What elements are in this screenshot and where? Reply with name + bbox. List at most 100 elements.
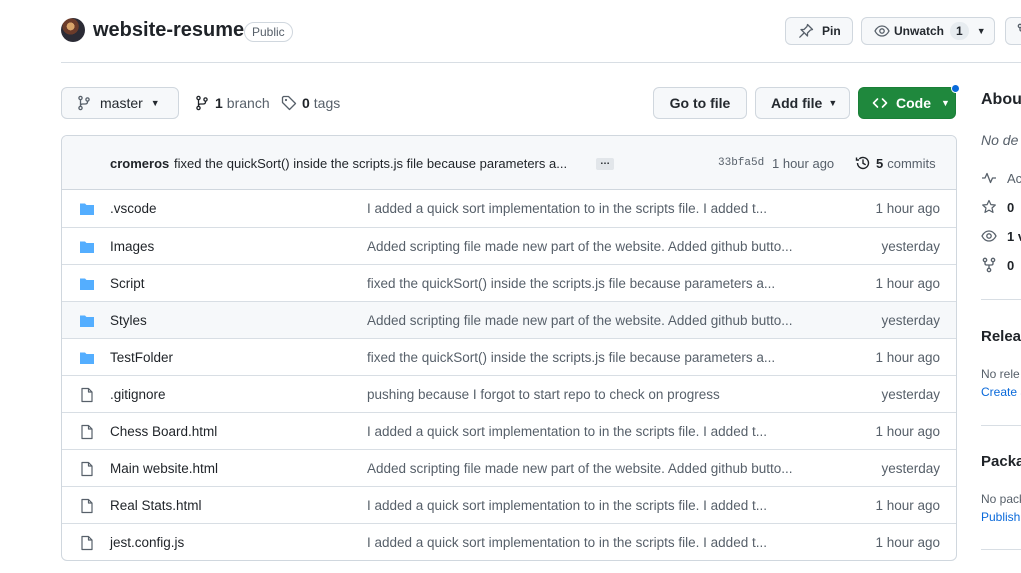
add-file-button[interactable]: Add file ▼	[755, 87, 850, 119]
file-name-link[interactable]: .gitignore	[110, 387, 166, 402]
folder-icon	[80, 352, 94, 364]
forks-count: 0	[1007, 257, 1015, 273]
file-commit-message-link[interactable]: Added scripting file made new part of th…	[367, 461, 793, 476]
repo-header: website-resume Public Pin Unwatch 1 ▼	[61, 14, 1021, 50]
header-divider	[61, 62, 1021, 63]
watch-count: 1	[950, 22, 969, 40]
file-commit-time: 1 hour ago	[875, 424, 940, 439]
file-commit-message-link[interactable]: fixed the quickSort() inside the scripts…	[367, 350, 775, 365]
file-commit-time: 1 hour ago	[875, 535, 940, 550]
file-icon	[81, 461, 93, 477]
pulse-icon	[982, 172, 996, 184]
commit-message-link[interactable]: fixed the quickSort() inside the scripts…	[174, 156, 567, 171]
commit-time: 1 hour ago	[772, 156, 835, 171]
file-row[interactable]: .vscode I added a quick sort implementat…	[62, 190, 956, 227]
file-commit-message-link[interactable]: I added a quick sort implementation to i…	[367, 424, 767, 439]
chevron-down-icon: ▼	[828, 98, 838, 108]
file-commit-time: 1 hour ago	[875, 276, 940, 291]
repo-name-link[interactable]: website-resume	[93, 19, 244, 42]
commit-count-label: commits	[887, 155, 936, 171]
tag-label: tags	[313, 95, 341, 111]
folder-icon	[80, 241, 94, 253]
file-commit-message-link[interactable]: I added a quick sort implementation to i…	[367, 535, 767, 550]
unwatch-label: Unwatch	[894, 24, 945, 38]
file-name-link[interactable]: Main website.html	[110, 461, 218, 476]
file-name-link[interactable]: Script	[110, 276, 145, 291]
go-to-file-button[interactable]: Go to file	[653, 87, 747, 119]
create-release-link[interactable]: Create a	[981, 385, 1021, 399]
tags-link[interactable]: 0 tags	[281, 95, 340, 111]
file-row[interactable]: Images Added scripting file made new par…	[62, 227, 956, 264]
branch-select-button[interactable]: master ▼	[61, 87, 179, 119]
pin-button[interactable]: Pin	[785, 17, 853, 45]
file-name-link[interactable]: Styles	[110, 313, 147, 328]
file-name-link[interactable]: Images	[110, 239, 154, 254]
eye-icon	[981, 230, 997, 242]
pin-label: Pin	[822, 24, 841, 38]
fork-icon	[982, 257, 996, 273]
file-commit-message-link[interactable]: Added scripting file made new part of th…	[367, 313, 793, 328]
tag-count: 0	[302, 95, 310, 111]
folder-icon	[80, 203, 94, 215]
eye-icon	[874, 25, 890, 37]
chevron-down-icon: ▼	[150, 98, 160, 108]
watchers-link[interactable]: 1 v	[981, 228, 1021, 244]
folder-icon	[80, 278, 94, 290]
file-commit-time: 1 hour ago	[875, 350, 940, 365]
code-button[interactable]: Code ▼	[858, 87, 956, 119]
file-row[interactable]: Main website.html Added scripting file m…	[62, 449, 956, 486]
commits-link[interactable]: 5 commits	[855, 155, 936, 171]
file-row[interactable]: Styles Added scripting file made new par…	[62, 301, 956, 338]
publish-package-link[interactable]: Publish	[981, 510, 1020, 524]
tag-icon	[281, 95, 297, 111]
file-row[interactable]: .gitignore pushing because I forgot to s…	[62, 375, 956, 412]
star-icon	[982, 199, 996, 213]
watchers-count: 1 v	[1007, 228, 1021, 244]
file-icon	[81, 387, 93, 403]
file-name-link[interactable]: TestFolder	[110, 350, 173, 365]
file-row[interactable]: jest.config.js I added a quick sort impl…	[62, 523, 956, 560]
sidebar-divider	[981, 299, 1021, 300]
file-row[interactable]: Real Stats.html I added a quick sort imp…	[62, 486, 956, 523]
stars-count: 0	[1007, 199, 1015, 215]
file-commit-message-link[interactable]: I added a quick sort implementation to i…	[367, 201, 767, 216]
file-row[interactable]: TestFolder fixed the quickSort() inside …	[62, 338, 956, 375]
file-row[interactable]: Script fixed the quickSort() inside the …	[62, 264, 956, 301]
file-name-link[interactable]: .vscode	[110, 201, 157, 216]
commit-sha-link[interactable]: 33bfa5d	[718, 157, 764, 169]
commit-count: 5	[876, 155, 884, 171]
stars-link[interactable]: 0	[981, 199, 1014, 215]
releases-heading[interactable]: Relea	[981, 328, 1021, 345]
sidebar-divider	[981, 549, 1021, 550]
file-commit-message-link[interactable]: pushing because I forgot to start repo t…	[367, 387, 720, 402]
file-commit-message-link[interactable]: fixed the quickSort() inside the scripts…	[367, 276, 775, 291]
commit-author-link[interactable]: cromeros	[110, 156, 169, 171]
file-browser: cromeros fixed the quickSort() inside th…	[61, 135, 957, 561]
file-name-link[interactable]: jest.config.js	[110, 535, 184, 550]
pin-icon	[799, 23, 814, 38]
about-heading: Abou	[981, 91, 1021, 108]
file-name-link[interactable]: Real Stats.html	[110, 498, 202, 513]
file-commit-time: yesterday	[881, 239, 940, 254]
file-commit-time: yesterday	[881, 387, 940, 402]
file-commit-message-link[interactable]: I added a quick sort implementation to i…	[367, 498, 767, 513]
latest-commit-bar: cromeros fixed the quickSort() inside th…	[62, 136, 956, 190]
packages-heading[interactable]: Packa	[981, 453, 1021, 470]
file-icon	[81, 535, 93, 551]
expand-commit-message-button[interactable]: …	[596, 157, 614, 170]
file-name-link[interactable]: Chess Board.html	[110, 424, 217, 439]
forks-link[interactable]: 0	[981, 257, 1014, 273]
file-commit-time: 1 hour ago	[875, 201, 940, 216]
branch-label: branch	[226, 95, 270, 111]
file-commit-message-link[interactable]: Added scripting file made new part of th…	[367, 239, 793, 254]
unwatch-button[interactable]: Unwatch 1 ▼	[861, 17, 995, 45]
notification-dot	[951, 84, 960, 93]
file-commit-time: yesterday	[881, 461, 940, 476]
file-row[interactable]: Chess Board.html I added a quick sort im…	[62, 412, 956, 449]
avatar[interactable]	[61, 18, 85, 42]
file-list: .vscode I added a quick sort implementat…	[62, 190, 956, 560]
git-branch-icon	[78, 95, 90, 111]
activity-link[interactable]: Ac	[981, 170, 1021, 186]
branches-link[interactable]: 1 branch	[194, 95, 270, 111]
branch-count: 1	[215, 95, 223, 111]
